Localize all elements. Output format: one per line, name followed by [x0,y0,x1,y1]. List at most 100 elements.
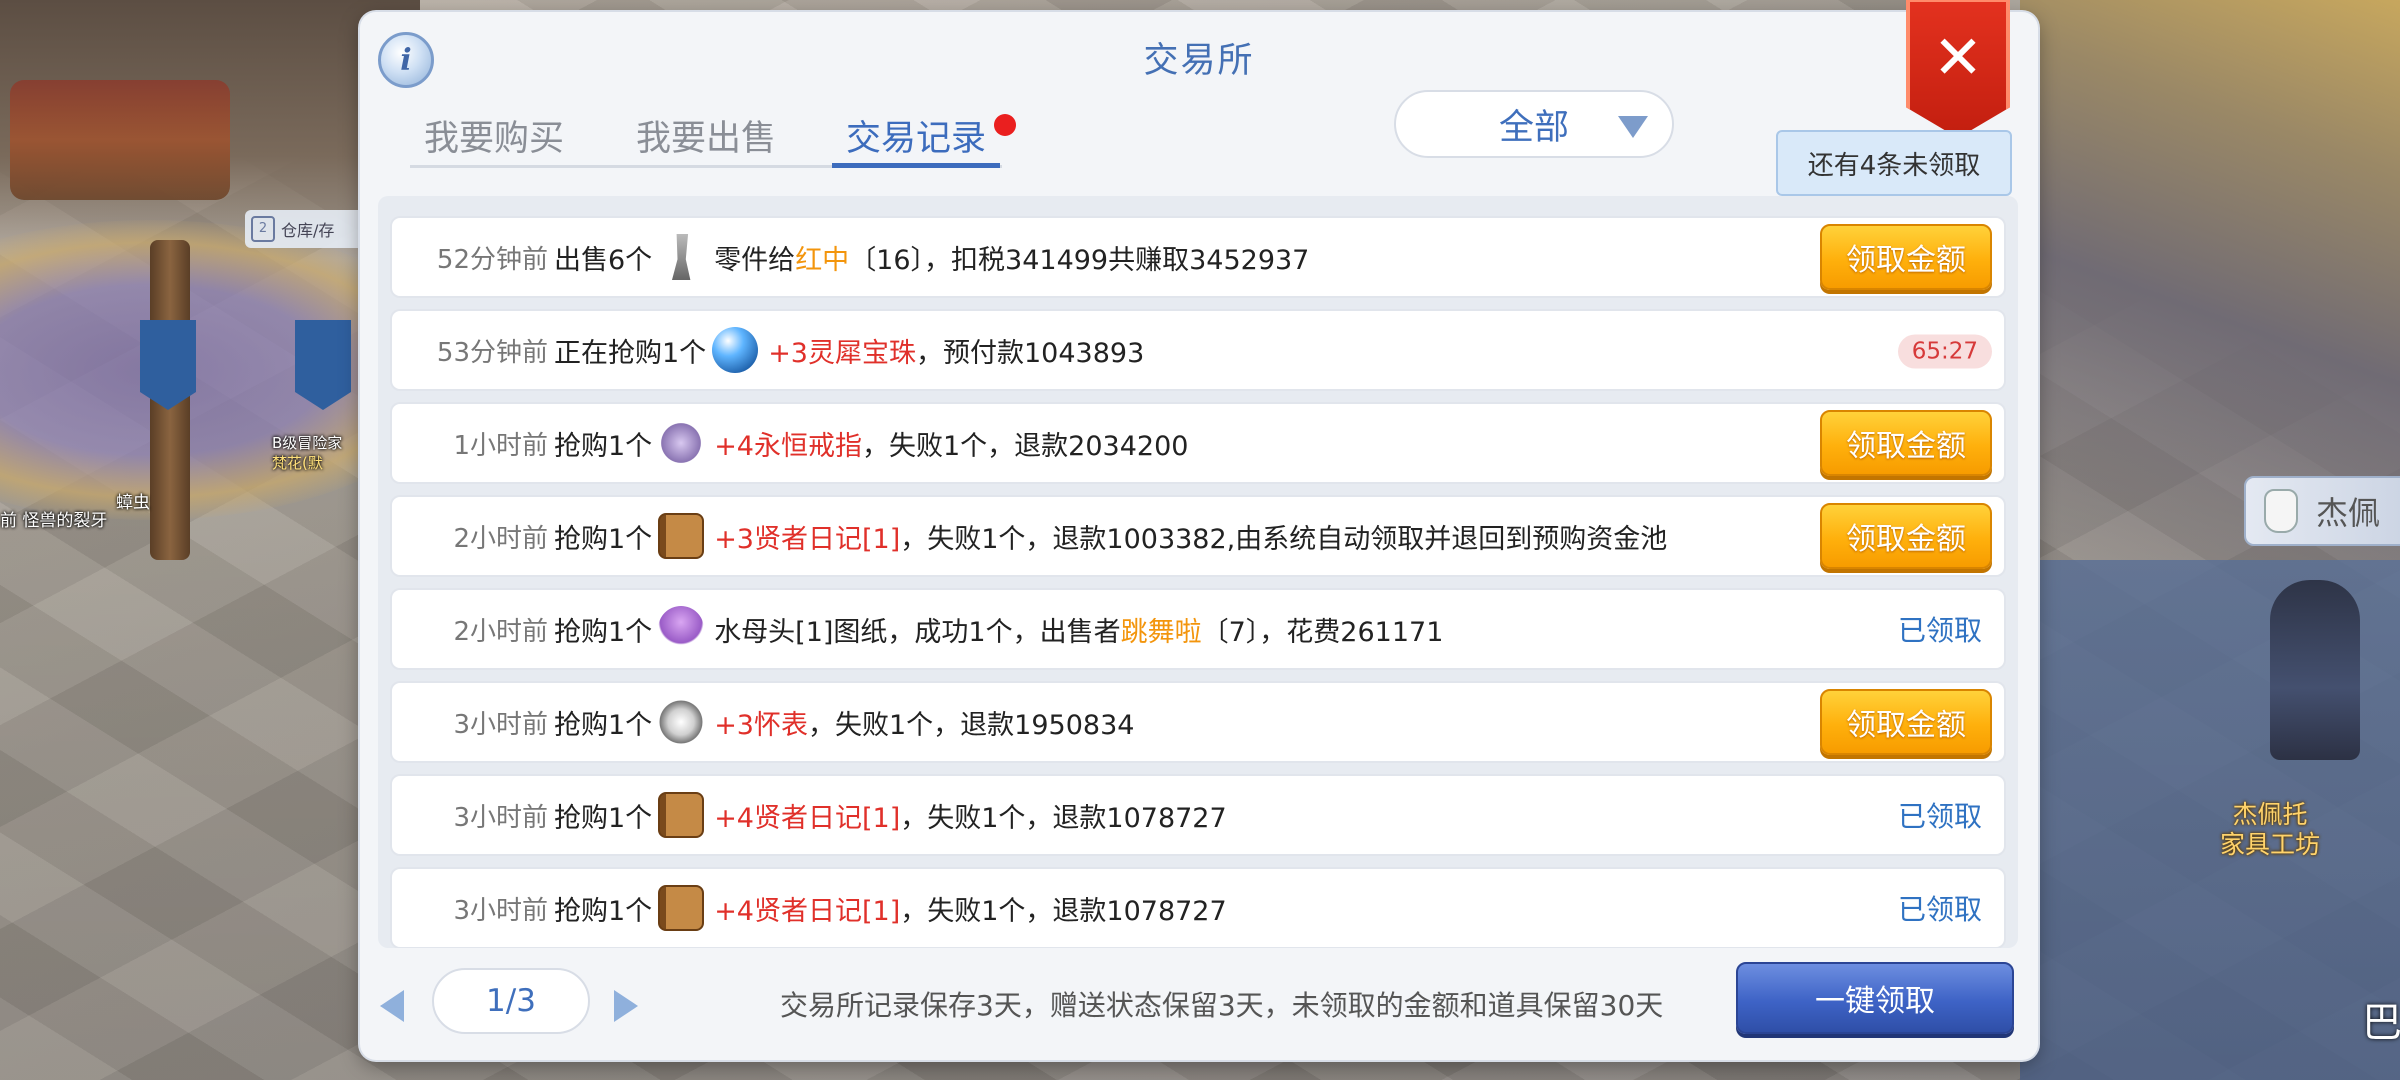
record-time: 2小时前 [453,523,548,554]
ring-icon[interactable] [658,420,705,466]
tab-sell[interactable]: 我要出售 [622,110,790,168]
record-text: ，失败1个，退款2034200 [862,430,1189,462]
item-name: +3灵犀宝珠 [768,337,916,369]
player-name[interactable]: 红中 [795,238,849,277]
world-label: 蟑虫 [116,493,150,513]
filter-dropdown[interactable]: 全部 [1394,90,1674,158]
notification-dot [994,114,1017,136]
record-status: 领取金额 [1820,410,1992,476]
item-name: +4永恒戒指 [714,430,862,462]
book-icon[interactable] [658,885,705,931]
record-time: 52分钟前 [436,244,548,275]
tab-bar: 我要购买 我要出售 交易记录 [410,92,1017,168]
jar-icon [2264,489,2298,533]
npc-name-label: 杰佩托 家具工坊 [2219,800,2320,859]
claim-amount-button[interactable]: 领取金额 [1820,224,1992,290]
record-row: 2小时前 抢购1个 水母头[1]图纸，成功1个，出售者 跳舞啦 〔7〕，花费261171… [390,588,2006,670]
record-action: 正在抢购1个 [554,337,707,369]
market-cart [10,80,230,200]
record-time: 3小时前 [453,895,548,926]
item-name: +3怀表 [714,709,808,741]
player-name[interactable]: 跳舞啦 [1121,610,1202,649]
pocket-watch-icon[interactable] [658,699,705,745]
panel-footer: 1/3 交易所记录保存3天，赠送状态保留3天，未领取的金额和道具保留30天 一键… [360,962,2038,1052]
trading-panel: i 交易所 ✕ 我要购买 我要出售 交易记录 全部 还有4条未领取 52分钟前出… [360,0,2038,1060]
claim-amount-button[interactable]: 领取金额 [1820,689,1992,755]
record-row: 52分钟前 出售6个 零件给 红中 〔16〕，扣税341499共赚取3452937 领取金… [390,216,2006,298]
record-status: 已领取 [1898,609,1992,649]
record-action: 抢购1个 [554,523,653,555]
close-icon: ✕ [1932,23,1984,93]
item-name: +4贤者日记[1] [714,895,901,927]
unclaimed-tooltip: 还有4条未领取 [1776,130,2012,208]
item-name: +3贤者日记[1] [714,523,901,555]
record-text: ，失败1个，退款1003382,由系统自动领取并退回到预购资金池 [900,523,1668,555]
record-status: 已领取 [1898,888,1992,928]
warehouse-icon: 2 [251,216,275,242]
record-text: 〔16〕，扣税341499共赚取3452937 [849,244,1310,276]
record-action: 抢购1个 [554,709,653,741]
record-time: 3小时前 [453,802,548,833]
world-label: B级冒险家 [272,434,343,452]
claimed-status: 已领取 [1897,893,1982,926]
prev-page-icon[interactable] [380,990,404,1022]
side-npc-shortcut[interactable]: 杰佩 [2244,476,2400,546]
claimed-status: 已领取 [1897,614,1982,647]
record-time: 2小时前 [453,616,548,647]
record-row: 3小时前 抢购1个 +3怀表 ，失败1个，退款1950834 领取金额 [390,681,2006,763]
claim-all-button[interactable]: 一键领取 [1736,962,2014,1034]
record-text: ，失败1个，退款1950834 [808,709,1135,741]
record-text: ，失败1个，退款1078727 [900,895,1227,927]
claim-amount-button[interactable]: 领取金额 [1820,503,1992,569]
record-status: 领取金额 [1820,503,1992,569]
record-row: 53分钟前 正在抢购1个 +3灵犀宝珠 ，预付款1043893 65:27 [390,309,2006,391]
record-status: 领取金额 [1820,224,1992,290]
corner-glyph: 巴 [2362,1000,2400,1046]
record-status: 领取金额 [1820,689,1992,755]
filter-value: 全部 [1498,107,1569,148]
panel-title: 交易所 [1143,41,1255,81]
world-label: 前 怪兽的裂牙 [0,511,108,531]
close-button[interactable]: ✕ [1906,0,2010,138]
warehouse-label: 仓库/存 [281,221,335,240]
record-text: 零件给 [714,244,796,276]
warehouse-marker[interactable]: 2 仓库/存 [245,210,375,248]
blue-banner [295,320,351,410]
book-icon[interactable] [658,513,705,559]
tab-trade-records-label: 交易记录 [846,119,987,159]
record-text: ，预付款1043893 [916,337,1145,369]
claimed-status: 已领取 [1897,800,1982,833]
record-row: 1小时前 抢购1个 +4永恒戒指 ，失败1个，退款2034200 领取金额 [390,402,2006,484]
dropdown-arrow-icon [1618,116,1648,138]
record-time: 53分钟前 [436,337,548,368]
claim-amount-button[interactable]: 领取金额 [1820,410,1992,476]
record-action: 抢购1个 [554,616,653,648]
record-list[interactable]: 52分钟前 出售6个 零件给 红中 〔16〕，扣税341499共赚取3452937 领取金… [378,196,2018,948]
npc-character[interactable] [2270,580,2360,760]
tab-buy[interactable]: 我要购买 [410,110,578,168]
record-status: 65:27 [1897,334,1992,369]
record-row: 3小时前 抢购1个 +4贤者日记[1] ，失败1个，退款1078727 已领取 [390,867,2006,948]
next-page-icon[interactable] [614,990,638,1022]
record-row: 3小时前 抢购1个 +4贤者日记[1] ，失败1个，退款1078727 已领取 [390,774,2006,856]
countdown-timer: 65:27 [1897,334,1992,369]
record-action: 出售6个 [554,244,653,276]
record-action: 抢购1个 [554,802,653,834]
tab-trade-records[interactable]: 交易记录 [832,110,1017,168]
wrench-icon[interactable] [671,234,691,280]
record-action: 抢购1个 [554,895,653,927]
jellyfish-icon[interactable] [658,606,705,652]
record-time: 1小时前 [453,430,548,461]
record-text: 〔7〕，花费261171 [1201,616,1444,648]
retention-note: 交易所记录保存3天，赠送状态保留3天，未领取的金额和道具保留30天 [780,989,1664,1022]
record-text: ，失败1个，退款1078727 [900,802,1227,834]
record-row: 2小时前 抢购1个 +3贤者日记[1] ，失败1个，退款1003382,由系统自动领取… [390,495,2006,577]
side-npc-text: 杰佩 [2316,494,2381,532]
orb-icon[interactable] [712,327,759,373]
item-name: +4贤者日记[1] [714,802,901,834]
record-action: 抢购1个 [554,430,653,462]
book-icon[interactable] [658,792,705,838]
record-time: 3小时前 [453,709,548,740]
record-text: 水母头[1]图纸，成功1个，出售者 [714,616,1121,648]
page-indicator: 1/3 [432,968,590,1034]
